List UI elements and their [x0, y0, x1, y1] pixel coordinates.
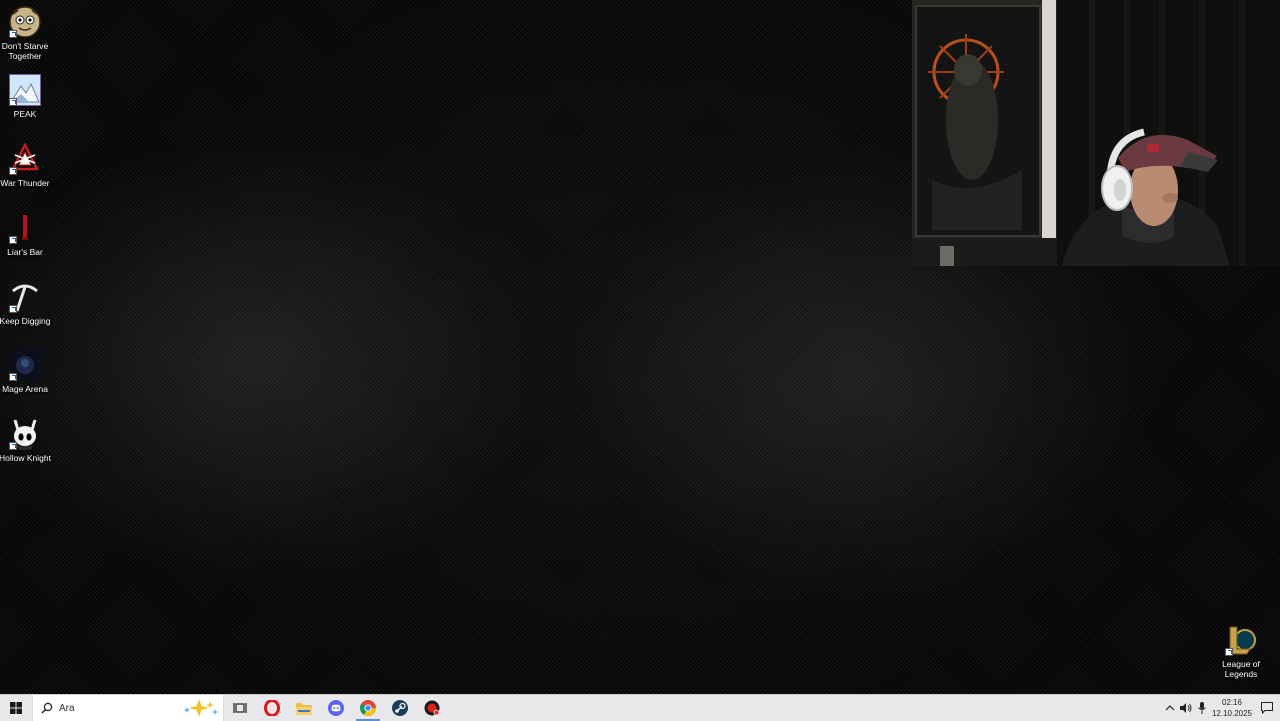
search-highlight-icon [184, 699, 218, 717]
liars-bar-icon [9, 212, 41, 244]
taskbar-app-chrome[interactable] [352, 695, 384, 721]
volume-button[interactable] [1178, 695, 1194, 721]
hollow-knight-icon [9, 418, 41, 450]
desktop-icon-war-thunder[interactable]: War Thunder [0, 142, 52, 188]
volume-icon [1180, 703, 1192, 713]
dont-starve-together-icon [9, 6, 41, 38]
desktop-icon-label: Mage Arena [2, 384, 48, 394]
desktop-icon-keep-digging[interactable]: Keep Digging [0, 281, 52, 326]
shortcut-arrow-icon [9, 305, 17, 313]
taskbar: Ara 02:16 12.10.2025 [0, 694, 1280, 721]
chrome-icon [360, 700, 376, 716]
desktop-icon-hollow-knight[interactable]: Hollow Knight [0, 418, 52, 463]
desktop-icon-label: Liar's Bar [7, 247, 43, 257]
league-of-legends-icon [1225, 624, 1257, 656]
taskbar-app-opera[interactable] [256, 695, 288, 721]
mage-arena-icon [9, 349, 41, 381]
shortcut-arrow-icon [9, 373, 17, 381]
desktop-icon-label: League of Legends [1222, 659, 1260, 679]
search-box[interactable]: Ara [32, 695, 224, 721]
shortcut-arrow-icon [9, 442, 17, 450]
desktop-icon-label: Keep Digging [0, 316, 51, 326]
start-icon [10, 702, 22, 714]
search-icon [41, 702, 53, 714]
chevron-up-icon [1165, 705, 1175, 711]
desktop-icon-mage-arena[interactable]: Mage Arena [0, 349, 52, 394]
shortcut-arrow-icon [9, 30, 17, 38]
notifications-button[interactable] [1254, 695, 1280, 721]
desktop-icon-dont-starve-together[interactable]: Don't Starve Together [0, 6, 52, 61]
opera-icon [264, 700, 280, 716]
microphone-button[interactable] [1194, 695, 1210, 721]
taskbar-app-file-explorer[interactable] [288, 695, 320, 721]
peak-icon [8, 73, 42, 107]
war-thunder-icon [9, 142, 41, 175]
shortcut-arrow-icon [1225, 648, 1233, 656]
show-hidden-icons-button[interactable] [1162, 695, 1178, 721]
desktop-icon-label: PEAK [13, 109, 37, 119]
desktop-icon-label: War Thunder [0, 178, 50, 188]
search-placeholder: Ara [59, 702, 75, 714]
clock-time: 02:16 [1221, 698, 1243, 707]
taskbar-app-other[interactable] [416, 695, 448, 721]
notification-icon [1261, 702, 1273, 714]
task-view-icon [233, 703, 247, 713]
taskbar-clock[interactable]: 02:16 12.10.2025 [1210, 697, 1254, 719]
desktop-icon-league-of-legends[interactable]: League of Legends [1214, 624, 1268, 679]
steam-icon [392, 700, 408, 716]
shortcut-arrow-icon [9, 98, 17, 106]
file-explorer-icon [296, 703, 312, 715]
clock-date: 12.10.2025 [1211, 709, 1253, 718]
taskbar-app-steam[interactable] [384, 695, 416, 721]
start-button[interactable] [0, 695, 32, 721]
discord-icon [328, 700, 344, 716]
shortcut-arrow-icon [9, 236, 17, 244]
keep-digging-icon [9, 281, 41, 313]
app-icon [424, 700, 440, 716]
desktop-icon-label: Don't Starve Together [1, 41, 49, 61]
taskbar-app-discord[interactable] [320, 695, 352, 721]
system-tray: 02:16 12.10.2025 [1162, 695, 1280, 721]
webcam-overlay [912, 0, 1280, 266]
microphone-icon [1198, 702, 1206, 714]
desktop-icon-liars-bar[interactable]: Liar's Bar [0, 212, 52, 257]
shortcut-arrow-icon [9, 167, 17, 175]
task-view-button[interactable] [224, 695, 256, 721]
desktop-icon-peak[interactable]: PEAK [0, 73, 52, 119]
desktop-icon-label: Hollow Knight [0, 453, 51, 463]
